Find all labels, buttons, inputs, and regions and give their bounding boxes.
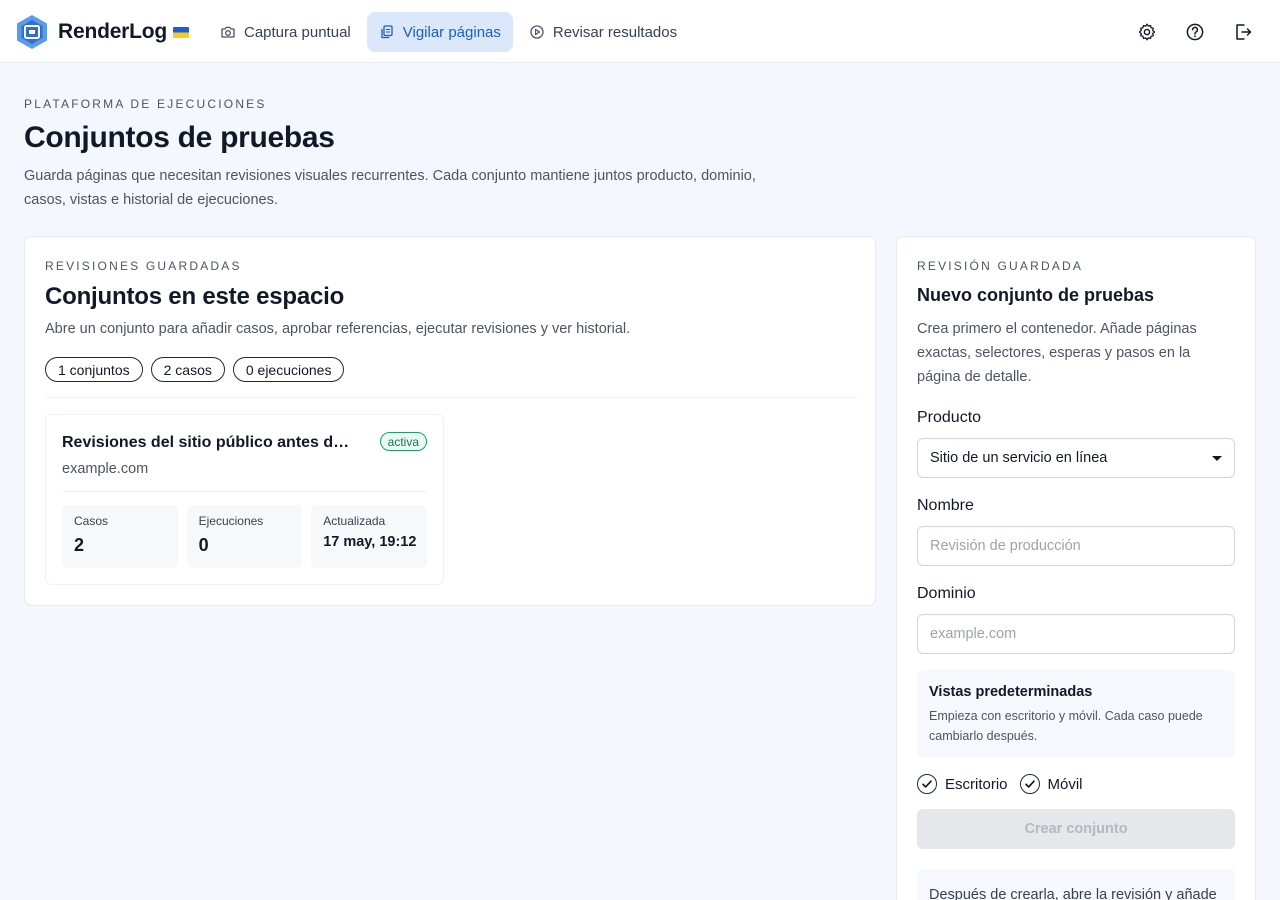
section-title: Conjuntos en este espacio <box>45 283 345 310</box>
domain-input[interactable] <box>917 614 1235 654</box>
stat-cases: 2 casos <box>150 357 225 382</box>
logout-icon <box>1236 24 1252 40</box>
status-badge: activa <box>379 432 427 451</box>
tab-label: Vigilar páginas <box>402 23 501 41</box>
new-suite-form: REVISIÓN GUARDADA Nuevo conjunto de prue… <box>896 236 1256 900</box>
views-checkboxes: Escritorio Móvil <box>917 774 1083 794</box>
after-create-note: Después de crearla, abre la revisión y a… <box>917 869 1235 900</box>
play-icon <box>530 25 544 39</box>
suite-card[interactable]: Revisiones del sitio público antes de la… <box>45 414 444 585</box>
checkbox-label: Móvil <box>1047 775 1083 793</box>
section-description: Abre un conjunto para añadir casos, apro… <box>45 321 631 337</box>
help-button[interactable] <box>1182 16 1208 48</box>
metric-label: Casos <box>74 514 109 528</box>
product-select-value: Sitio de un servicio en línea <box>930 450 1108 466</box>
default-views-box: Vistas predeterminadas Empieza con escri… <box>917 670 1235 758</box>
brand-name: RenderLog <box>58 20 168 43</box>
checkbox-circle[interactable] <box>1019 774 1040 794</box>
help-icon <box>1186 23 1204 41</box>
metric-cases: Casos 2 <box>62 505 178 568</box>
page-description: Guarda páginas que necesitan revisiones … <box>24 168 756 208</box>
name-input[interactable] <box>917 526 1235 566</box>
main-nav: Captura puntual Vigilar páginas Revisar … <box>208 12 689 52</box>
copy-icon <box>381 25 393 39</box>
suite-domain: example.com <box>62 461 149 477</box>
product-label: Producto <box>917 409 982 426</box>
page-eyebrow: PLATAFORMA DE EJECUCIONES <box>24 97 267 111</box>
create-suite-button[interactable]: Crear conjunto <box>917 809 1235 849</box>
stat-suites: 1 conjuntos <box>45 357 143 382</box>
stats-row: 1 conjuntos 2 casos 0 ejecuciones <box>45 357 345 382</box>
tab-label: Captura puntual <box>244 23 351 41</box>
stat-runs: 0 ejecuciones <box>232 357 345 382</box>
header-actions <box>1134 16 1256 48</box>
page-title: Conjuntos de pruebas <box>24 121 335 154</box>
form-title: Nuevo conjunto de pruebas <box>917 285 1155 305</box>
metric-label: Actualizada <box>323 514 386 528</box>
camera-icon <box>221 26 235 38</box>
check-icon <box>922 780 932 788</box>
tab-vigilar-paginas[interactable]: Vigilar páginas <box>366 12 513 52</box>
default-views-title: Vistas predeterminadas <box>929 684 1093 700</box>
suite-name: Revisiones del sitio público antes de la… <box>62 434 358 451</box>
tab-label: Revisar resultados <box>552 23 678 41</box>
ukraine-flag-icon <box>173 26 190 38</box>
metric-value: 2 <box>74 535 85 555</box>
after-create-text: Después de crearla, abre la revisión y a… <box>929 887 1217 900</box>
metric-value: 0 <box>198 535 209 555</box>
product-select[interactable]: Sitio de un servicio en línea <box>917 438 1235 478</box>
checkbox-label: Escritorio <box>945 775 1008 793</box>
default-views-hint: Empieza con escritorio y móvil. Cada cas… <box>929 709 1203 743</box>
check-icon <box>1024 780 1035 788</box>
divider <box>62 491 427 492</box>
checkbox-desktop[interactable]: Escritorio <box>917 774 1008 794</box>
form-description: Crea primero el contenedor. Añade página… <box>917 321 1197 385</box>
gear-icon <box>1138 23 1156 41</box>
tab-revisar-resultados[interactable]: Revisar resultados <box>517 12 689 52</box>
metric-value: 17 may, 19:12 <box>323 534 417 550</box>
checkbox-mobile[interactable]: Móvil <box>1019 774 1083 794</box>
brand[interactable]: RenderLog <box>16 14 190 50</box>
metric-runs: Ejecuciones 0 <box>186 505 303 568</box>
logout-button[interactable] <box>1230 16 1256 48</box>
metric-label: Ejecuciones <box>198 514 264 528</box>
divider <box>45 397 857 398</box>
tab-captura-puntual[interactable]: Captura puntual <box>208 12 363 52</box>
checkbox-circle[interactable] <box>917 774 937 794</box>
suite-metrics: Casos 2 Ejecuciones 0 Actualizada 17 may… <box>62 505 427 568</box>
form-eyebrow: REVISIÓN GUARDADA <box>917 259 1084 273</box>
metric-updated: Actualizada 17 may, 19:12 <box>311 505 427 568</box>
caret-down-icon <box>1212 455 1222 461</box>
section-eyebrow: REVISIONES GUARDADAS <box>45 259 242 273</box>
renderlog-logo-icon <box>17 15 47 49</box>
domain-label: Dominio <box>917 585 976 602</box>
top-bar: RenderLog Captura puntual Vigilar página… <box>0 0 1280 63</box>
name-label: Nombre <box>917 497 974 514</box>
settings-button[interactable] <box>1134 16 1160 48</box>
saved-suites-card: REVISIONES GUARDADAS Conjuntos en este e… <box>24 236 876 606</box>
